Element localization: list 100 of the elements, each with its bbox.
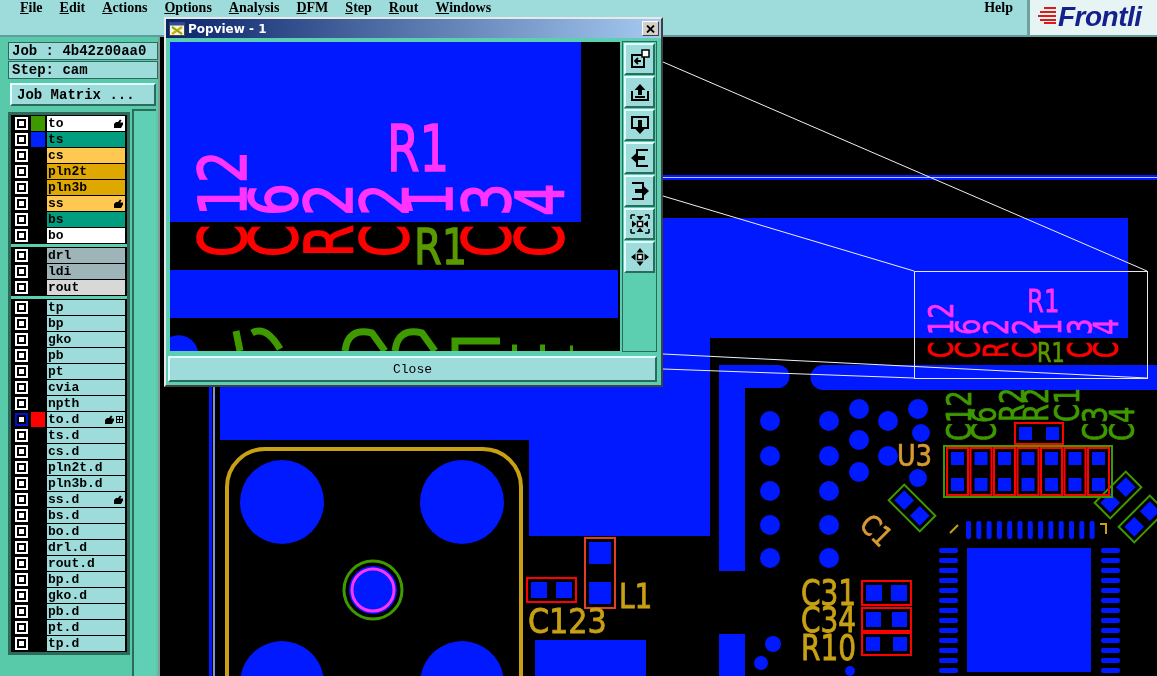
- layer-name[interactable]: bs: [47, 212, 125, 227]
- layer-checkbox[interactable]: [15, 301, 28, 314]
- layer-checkbox[interactable]: [15, 349, 28, 362]
- layer-name[interactable]: gko: [47, 332, 125, 347]
- layer-checkbox[interactable]: [15, 637, 28, 650]
- layer-name[interactable]: bs.d: [47, 508, 125, 523]
- layer-checkbox[interactable]: [15, 573, 28, 586]
- layer-checkbox[interactable]: [15, 213, 28, 226]
- layer-name[interactable]: pln3b: [47, 180, 125, 195]
- layer-checkbox[interactable]: [15, 333, 28, 346]
- layer-name[interactable]: cs: [47, 148, 125, 163]
- layer-checkbox[interactable]: [15, 229, 28, 242]
- layer-checkbox[interactable]: [15, 317, 28, 330]
- layer-name[interactable]: drl.d: [47, 540, 125, 555]
- layer-name[interactable]: to.d: [47, 412, 125, 427]
- layer-name[interactable]: cvia: [47, 380, 125, 395]
- ic-pin: [1017, 521, 1023, 539]
- menu-item[interactable]: File: [20, 1, 43, 15]
- layer-checkbox[interactable]: [15, 605, 28, 618]
- layer-name[interactable]: cs.d: [47, 444, 125, 459]
- layer-name[interactable]: ts: [47, 132, 125, 147]
- layer-checkbox[interactable]: [15, 477, 28, 490]
- layer-checkbox[interactable]: [15, 461, 28, 474]
- layer-name[interactable]: pln3b.d: [47, 476, 125, 491]
- layer-checkbox[interactable]: [15, 589, 28, 602]
- layer-name-text: ldi: [48, 264, 72, 279]
- layer-checkbox[interactable]: [15, 621, 28, 634]
- menu-item[interactable]: Step: [345, 1, 372, 15]
- layer-name[interactable]: pln2t: [47, 164, 125, 179]
- layer-name[interactable]: rout: [47, 280, 125, 295]
- layer-checkbox[interactable]: [15, 117, 28, 130]
- layer-name[interactable]: pb: [47, 348, 125, 363]
- close-button[interactable]: [642, 21, 659, 36]
- layer-name[interactable]: bo.d: [47, 524, 125, 539]
- layer-checkbox[interactable]: [15, 133, 28, 146]
- layer-checkbox[interactable]: [15, 397, 28, 410]
- layer-checkbox[interactable]: [15, 249, 28, 262]
- smd-pad-pair: [861, 632, 912, 656]
- layer-checkbox[interactable]: [15, 149, 28, 162]
- layer-name-text: gko.d: [48, 588, 87, 603]
- layer-checkbox[interactable]: [15, 429, 28, 442]
- layer-name[interactable]: ldi: [47, 264, 125, 279]
- layer-name[interactable]: ss.d: [47, 492, 125, 507]
- layer-name[interactable]: bp: [47, 316, 125, 331]
- layer-name[interactable]: rout.d: [47, 556, 125, 571]
- ic-pin: [1101, 598, 1120, 603]
- layer-checkbox[interactable]: [15, 181, 28, 194]
- ic-pin: [1058, 521, 1064, 539]
- layer-name[interactable]: gko.d: [47, 588, 125, 603]
- layer-name[interactable]: bo: [47, 228, 125, 243]
- toolbar-button[interactable]: [624, 208, 655, 240]
- layer-name[interactable]: to: [47, 116, 125, 131]
- layer-name[interactable]: ss: [47, 196, 125, 211]
- layer-checkbox[interactable]: [15, 165, 28, 178]
- layer-name[interactable]: tp: [47, 300, 125, 315]
- close-button[interactable]: Close: [168, 356, 657, 382]
- toolbar-button[interactable]: [624, 142, 655, 174]
- layer-name[interactable]: ts.d: [47, 428, 125, 443]
- layer-name[interactable]: pb.d: [47, 604, 125, 619]
- job-matrix-button[interactable]: Job Matrix ...: [10, 83, 156, 106]
- layer-name[interactable]: drl: [47, 248, 125, 263]
- layer-name[interactable]: tp.d: [47, 636, 125, 651]
- layer-name-text: tp: [48, 300, 64, 315]
- toolbar-button[interactable]: [624, 109, 655, 141]
- ic-pin: [1101, 548, 1120, 553]
- menu-item[interactable]: Rout: [388, 1, 419, 15]
- layer-checkbox[interactable]: [15, 381, 28, 394]
- toolbar-button[interactable]: [624, 76, 655, 108]
- layer-name[interactable]: pt: [47, 364, 125, 379]
- via: [845, 666, 855, 676]
- layer-checkbox[interactable]: [15, 509, 28, 522]
- layer-checkbox[interactable]: [15, 365, 28, 378]
- menu-item[interactable]: Analysis: [228, 1, 280, 15]
- layer-checkbox[interactable]: [15, 281, 28, 294]
- layer-checkbox[interactable]: [15, 265, 28, 278]
- smd-pad-pair: [861, 580, 912, 606]
- layer-checkbox[interactable]: [15, 445, 28, 458]
- menu-item[interactable]: Windows: [435, 1, 492, 15]
- layer-checkbox[interactable]: [15, 541, 28, 554]
- layer-checkbox[interactable]: [15, 493, 28, 506]
- toolbar-button[interactable]: [624, 43, 655, 75]
- layer-checkbox[interactable]: [15, 557, 28, 570]
- toolbar-button[interactable]: [624, 241, 655, 273]
- menu-item[interactable]: DFM: [296, 1, 329, 15]
- ic-pin: [1027, 521, 1033, 539]
- ic-pin: [1101, 578, 1120, 583]
- menu-item[interactable]: Options: [164, 1, 212, 15]
- layer-name[interactable]: pt.d: [47, 620, 125, 635]
- layer-name-text: ss.d: [48, 492, 80, 507]
- toolbar-button[interactable]: [624, 175, 655, 207]
- layer-name[interactable]: npth: [47, 396, 125, 411]
- layer-checkbox[interactable]: [15, 413, 28, 426]
- layer-name[interactable]: pln2t.d: [47, 460, 125, 475]
- layer-checkbox[interactable]: [15, 525, 28, 538]
- layer-checkbox[interactable]: [15, 197, 28, 210]
- menu-item[interactable]: Edit: [59, 1, 86, 15]
- ic-pin: [939, 608, 958, 613]
- menu-item[interactable]: Actions: [102, 1, 148, 15]
- menu-item[interactable]: Help: [984, 1, 1013, 15]
- layer-name[interactable]: bp.d: [47, 572, 125, 587]
